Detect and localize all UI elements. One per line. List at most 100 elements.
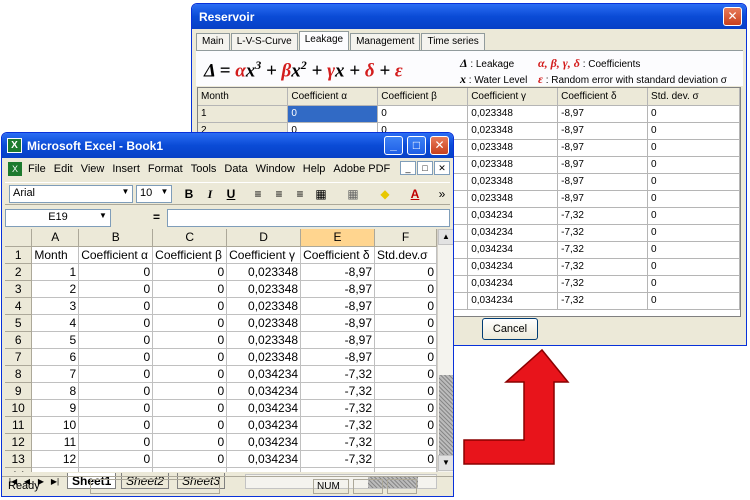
sheet-cell[interactable]: -7,32 [300,433,376,451]
sheet-cell[interactable]: 6 [31,348,80,366]
sheet-cell[interactable]: Std.dev.σ [374,246,437,264]
grid-cell[interactable]: 0 [647,224,740,242]
sheet-cell[interactable]: 10 [31,416,80,434]
sheet-cell[interactable]: 0 [374,263,437,281]
scroll-thumb[interactable] [439,375,453,455]
tab-time-series[interactable]: Time series [421,33,485,51]
grid-cell[interactable]: 0,023348 [467,156,559,174]
sheet-cell[interactable]: 7 [31,365,80,383]
column-header-f[interactable]: F [374,229,437,247]
grid-cell[interactable]: -7,32 [557,275,649,293]
grid-header-alpha[interactable]: Coefficient α [287,88,379,106]
sheet-cell[interactable]: -7,32 [300,365,376,383]
align-center-button[interactable]: ≡ [269,185,289,204]
sheet-cell[interactable]: 0 [152,263,228,281]
grid-cell[interactable]: 0 [647,258,740,276]
grid-cell[interactable]: 0,034234 [467,241,559,259]
row-header[interactable]: 2 [5,263,33,281]
align-left-button[interactable]: ≡ [248,185,268,204]
sheet-cell[interactable]: 0 [374,450,437,468]
sheet-cell[interactable]: 0 [78,297,154,315]
scroll-up-icon[interactable]: ▲ [438,229,453,245]
sheet-cell[interactable]: 0,023348 [226,331,302,349]
row-header[interactable]: 6 [5,331,33,349]
font-size-select[interactable]: 10 ▼ [136,185,172,203]
sheet-cell[interactable]: 0 [374,365,437,383]
sheet-cell[interactable]: 8 [31,382,80,400]
column-header-b[interactable]: B [78,229,154,247]
vertical-scrollbar[interactable]: ▲ ▼ [437,229,453,472]
grid-cell[interactable]: 0 [647,292,740,310]
grid-cell[interactable]: -7,32 [557,292,649,310]
name-box[interactable]: E19 ▼ [5,209,111,227]
grid-cell[interactable]: 0 [647,241,740,259]
column-header-c[interactable]: C [152,229,228,247]
sheet-cell[interactable]: 11 [31,433,80,451]
sheet-cell[interactable]: 0 [374,399,437,417]
reservoir-close-button[interactable]: ✕ [723,7,742,26]
grid-cell[interactable]: -7,32 [557,224,649,242]
grid-cell[interactable]: 0,023348 [467,122,559,140]
sheet-cell[interactable] [226,467,302,472]
borders-button[interactable]: ▦ [343,185,363,204]
grid-cell[interactable]: 0,034234 [467,275,559,293]
excel-close-button[interactable]: ✕ [430,136,449,155]
tab-leakage[interactable]: Leakage [298,31,350,51]
grid-cell[interactable]: 0,023348 [467,173,559,191]
sheet-cell[interactable]: 12 [31,450,80,468]
sheet-cell[interactable]: 0 [78,416,154,434]
sheet-cell[interactable]: 0,023348 [226,280,302,298]
underline-button[interactable]: U [221,185,241,204]
menu-format[interactable]: Format [144,160,187,175]
grid-cell[interactable]: 0 [647,275,740,293]
sheet-cell[interactable]: 0,034234 [226,433,302,451]
menu-insert[interactable]: Insert [108,160,144,175]
grid-cell[interactable]: 0 [647,105,740,123]
sheet-cell[interactable]: 0 [78,382,154,400]
tab-management[interactable]: Management [350,33,421,51]
merge-center-button[interactable]: ▦ [311,185,331,204]
sheet-cell[interactable]: 0 [152,365,228,383]
grid-cell[interactable]: 0 [647,122,740,140]
sheet-cell[interactable]: 0,023348 [226,297,302,315]
sheet-cell[interactable]: 9 [31,399,80,417]
menu-adobe-pdf[interactable]: Adobe PDF [329,160,394,175]
sheet-cell[interactable]: 0 [78,263,154,281]
row-header[interactable]: 3 [5,280,33,298]
sheet-cell[interactable]: -8,97 [300,263,376,281]
cancel-button[interactable]: Cancel [482,318,538,340]
tab-lvs-curve[interactable]: L-V-S-Curve [230,33,298,51]
row-header[interactable]: 12 [5,433,33,451]
sheet-cell[interactable]: 0,023348 [226,314,302,332]
sheet-cell[interactable]: Month [31,246,80,264]
sheet-cell[interactable]: 0 [78,365,154,383]
sheet-cell[interactable]: 0 [374,348,437,366]
sheet-cell[interactable]: Coefficient α [78,246,154,264]
grid-cell[interactable]: -8,97 [557,105,649,123]
sheet-cell[interactable]: -7,32 [300,450,376,468]
sheet-cell[interactable]: 2 [31,280,80,298]
grid-cell[interactable]: 0,034234 [467,224,559,242]
sheet-cell[interactable]: 0 [374,382,437,400]
row-header[interactable]: 5 [5,314,33,332]
sheet-cell[interactable]: Coefficient δ [300,246,376,264]
sheet-cell[interactable]: 0 [78,348,154,366]
bold-button[interactable]: B [179,185,199,204]
sheet-cell[interactable]: 0 [152,433,228,451]
select-all-corner[interactable] [5,229,33,247]
sheet-cell[interactable] [152,467,228,472]
row-header[interactable]: 8 [5,365,33,383]
row-header[interactable]: 10 [5,399,33,417]
sheet-cell[interactable]: -8,97 [300,297,376,315]
sheet-cell[interactable]: 0 [152,280,228,298]
sheet-cell[interactable]: 0 [78,399,154,417]
grid-header-delta[interactable]: Coefficient δ [557,88,649,106]
sheet-cell[interactable]: 0 [152,399,228,417]
row-header[interactable]: 11 [5,416,33,434]
grid-header-beta[interactable]: Coefficient β [377,88,469,106]
grid-cell[interactable]: 0,023348 [467,139,559,157]
sheet-cell[interactable]: 5 [31,331,80,349]
sheet-cell[interactable] [31,467,80,472]
grid-cell[interactable]: -8,97 [557,156,649,174]
grid-cell[interactable]: 0 [287,105,379,123]
